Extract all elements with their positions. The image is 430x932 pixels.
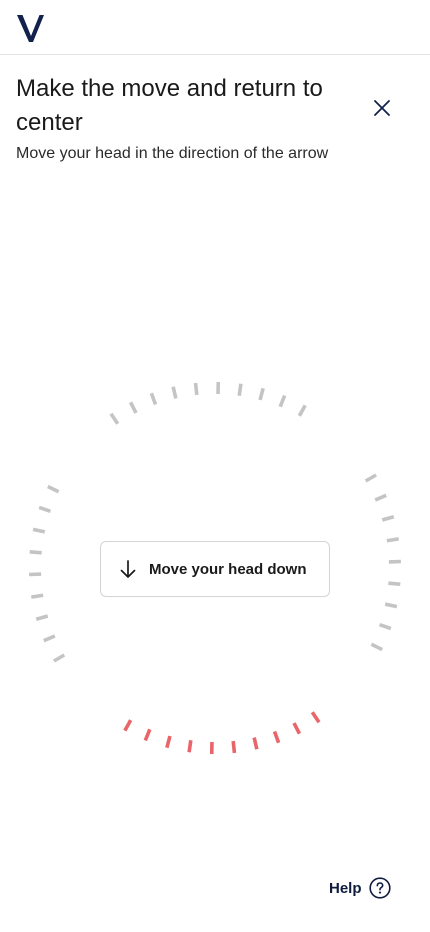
ring-tick [31, 593, 44, 599]
ring-tick [43, 634, 56, 643]
ring-tick [272, 730, 281, 744]
ring-tick [378, 622, 392, 631]
ring-tick [310, 711, 321, 724]
ring-tick [388, 581, 401, 587]
ring-tick [237, 383, 243, 396]
page-subtitle: Move your head in the direction of the a… [16, 145, 329, 162]
arrow-down-icon [120, 560, 136, 578]
ring-tick [292, 722, 302, 735]
ring-segment-left [29, 484, 66, 663]
ring-tick [143, 728, 152, 742]
ring-tick [278, 394, 287, 408]
ring-tick [364, 473, 377, 483]
ring-tick [381, 515, 395, 522]
ring-tick [128, 401, 138, 414]
page-title: Make the move and return to center [16, 75, 323, 136]
ring-tick [187, 740, 193, 753]
instruction-label: Move your head down [149, 560, 307, 578]
ring-tick [38, 505, 52, 514]
ring-tick [35, 614, 49, 621]
ring-tick [193, 382, 199, 396]
help-label: Help [329, 879, 362, 897]
v-logo-icon [17, 15, 44, 42]
ring-tick [53, 653, 66, 663]
ring-segment-right [364, 473, 401, 652]
ring-tick [297, 404, 307, 417]
ring-tick [123, 719, 133, 732]
question-circle-icon [368, 877, 391, 899]
ring-segment-top [109, 381, 307, 425]
ring-tick [258, 387, 265, 401]
top-bar [0, 0, 430, 55]
ring-tick [109, 412, 120, 425]
ring-tick [149, 392, 158, 406]
ring-tick [386, 537, 399, 543]
ring-segment-bottom [123, 711, 321, 755]
ring-tick [32, 527, 46, 534]
ring-tick [370, 642, 383, 652]
help-button[interactable]: Help [329, 876, 391, 900]
close-button[interactable] [368, 94, 396, 122]
ring-tick [252, 737, 259, 750]
instruction-card: Move your head down [100, 541, 330, 597]
ring-tick [171, 386, 178, 399]
ring-tick [231, 740, 237, 754]
ring-tick [47, 484, 60, 494]
ring-tick [384, 602, 398, 609]
ring-tick [374, 493, 387, 502]
ring-tick [29, 549, 42, 555]
close-icon [374, 100, 390, 116]
ring-tick [165, 735, 172, 749]
